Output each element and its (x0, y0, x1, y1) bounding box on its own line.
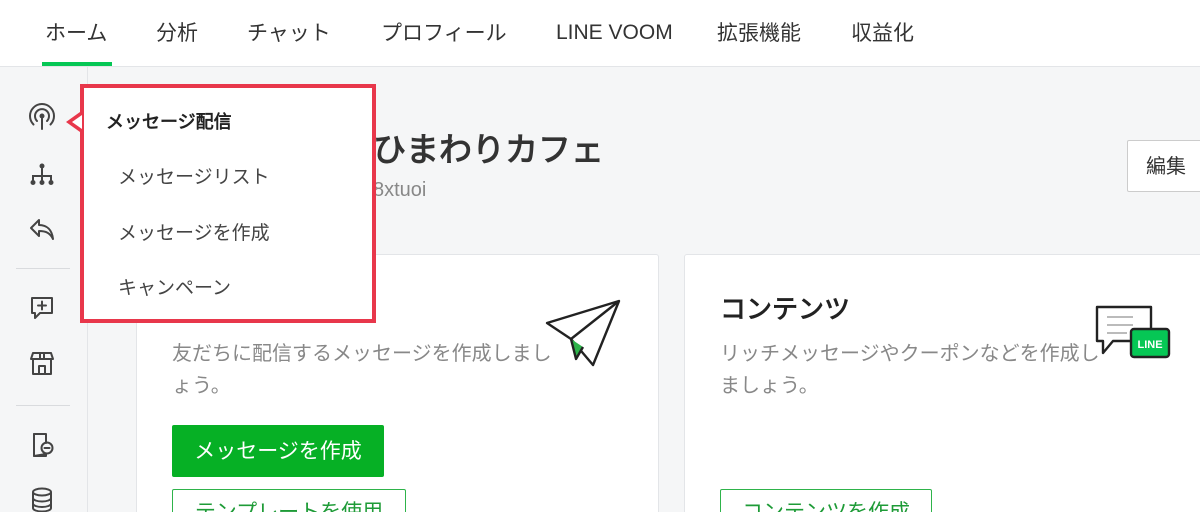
sidebar-divider (16, 405, 70, 406)
reply-icon[interactable] (26, 213, 58, 245)
tab-chat[interactable]: チャット (247, 18, 331, 48)
tab-profile[interactable]: プロフィール (381, 18, 507, 48)
create-message-button[interactable]: メッセージを作成 (172, 425, 384, 477)
tab-line-voom[interactable]: LINE VOOM (556, 18, 673, 48)
top-nav: ホーム 分析 チャット プロフィール LINE VOOM 拡張機能 収益化 (0, 0, 1200, 67)
create-content-button[interactable]: コンテンツを作成 (720, 489, 932, 512)
account-name: ひまわりカフェ (373, 130, 604, 169)
add-chat-icon[interactable] (26, 292, 58, 324)
edit-button[interactable]: 編集 (1127, 140, 1200, 192)
shop-icon[interactable] (26, 347, 58, 379)
message-card-desc: 友だちに配信するメッセージを作成しましょう。 (172, 341, 552, 397)
tab-home[interactable]: ホーム (41, 18, 113, 66)
popup-item-campaign[interactable]: キャンペーン (118, 273, 231, 300)
popup-item-create-message[interactable]: メッセージを作成 (118, 218, 270, 245)
tab-monetization[interactable]: 収益化 (851, 18, 914, 48)
sitemap-icon[interactable] (26, 158, 58, 190)
line-badge-text: LINE (1137, 339, 1162, 351)
content-card: コンテンツ リッチメッセージやクーポンなどを作成しましょう。 LINE コンテン… (684, 254, 1200, 512)
use-template-button[interactable]: テンプレートを使用 (172, 489, 406, 512)
content-card-title: コンテンツ (720, 295, 851, 325)
sidebar (0, 67, 88, 512)
popup-arrow-inner (72, 115, 82, 129)
tab-extensions[interactable]: 拡張機能 (717, 18, 801, 48)
broadcast-icon[interactable] (26, 102, 58, 134)
content-card-desc: リッチメッセージやクーポンなどを作成しましょう。 (720, 341, 1100, 397)
popup-heading: メッセージ配信 (106, 112, 232, 133)
paper-plane-icon (543, 297, 623, 369)
account-id: 8xtuoi (373, 179, 427, 201)
tab-analytics[interactable]: 分析 (156, 18, 198, 48)
card-chat-icon[interactable] (26, 429, 58, 461)
database-icon[interactable] (26, 484, 58, 512)
sidebar-divider (16, 268, 70, 269)
message-delivery-popup: メッセージ配信 メッセージリスト メッセージを作成 キャンペーン (80, 84, 376, 323)
line-chat-icon: LINE (1093, 303, 1173, 369)
popup-item-message-list[interactable]: メッセージリスト (118, 162, 270, 189)
